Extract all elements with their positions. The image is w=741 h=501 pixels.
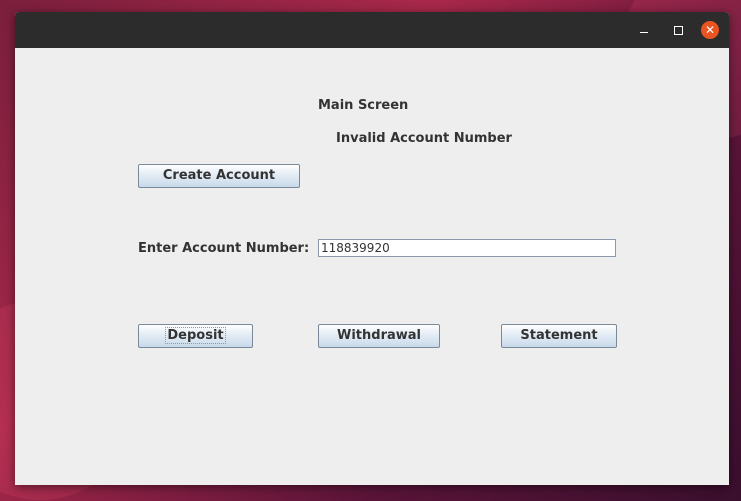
withdrawal-label: Withdrawal — [337, 328, 421, 343]
deposit-label: Deposit — [165, 327, 226, 344]
page-title: Main Screen — [318, 98, 409, 113]
withdrawal-button[interactable]: Withdrawal — [318, 324, 440, 348]
maximize-icon — [674, 26, 683, 35]
close-icon: ✕ — [704, 23, 716, 37]
minimize-icon — [640, 32, 648, 33]
deposit-button[interactable]: Deposit — [138, 324, 253, 348]
account-number-label: Enter Account Number: — [138, 241, 310, 256]
create-account-button[interactable]: Create Account — [138, 164, 300, 188]
main-panel: Main Screen Invalid Account Number Creat… — [15, 48, 729, 485]
account-number-input[interactable] — [318, 239, 616, 257]
maximize-button[interactable] — [669, 21, 687, 39]
window-titlebar[interactable]: ✕ — [15, 12, 729, 48]
minimize-button[interactable] — [635, 21, 653, 39]
status-message: Invalid Account Number — [336, 131, 512, 146]
app-window: ✕ Main Screen Invalid Account Number Cre… — [15, 12, 729, 485]
statement-button[interactable]: Statement — [501, 324, 617, 348]
create-account-label: Create Account — [162, 168, 276, 183]
close-button[interactable]: ✕ — [701, 21, 719, 39]
statement-label: Statement — [520, 328, 598, 343]
